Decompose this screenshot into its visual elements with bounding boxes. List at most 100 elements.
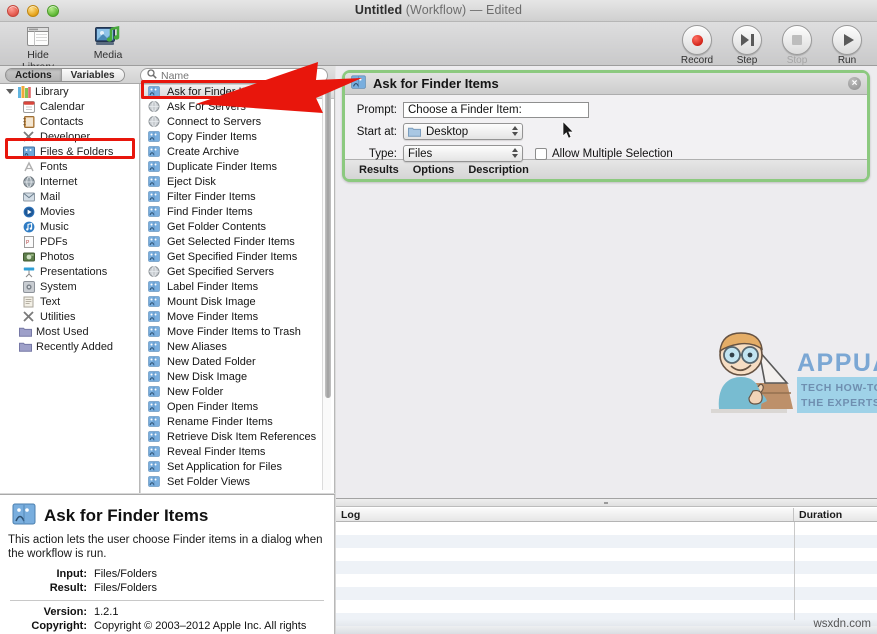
library-root[interactable]: Library xyxy=(0,84,139,99)
action-list-item[interactable]: Eject Disk xyxy=(141,174,334,189)
sidebar-item-recently-added[interactable]: Recently Added xyxy=(0,339,139,354)
search-field[interactable] xyxy=(140,68,328,83)
action-list-item[interactable]: Retrieve Disk Item References xyxy=(141,429,334,444)
sidebar-item-most-used[interactable]: Most Used xyxy=(0,324,139,339)
log-column-duration[interactable]: Duration xyxy=(794,508,877,521)
contacts-icon xyxy=(22,115,36,128)
description-input-row: Input: Files/Folders xyxy=(8,567,326,581)
action-list-item-label: Label Finder Items xyxy=(167,281,258,293)
search-input[interactable] xyxy=(161,70,321,82)
actions-list-scrollbar[interactable] xyxy=(322,86,331,490)
action-list-item[interactable]: Filter Finder Items xyxy=(141,189,334,204)
finder-action-icon xyxy=(148,446,162,458)
action-list-item[interactable]: New Folder xyxy=(141,384,334,399)
action-list-item[interactable]: Set Application for Files xyxy=(141,459,334,474)
tab-actions[interactable]: Actions xyxy=(6,69,61,81)
sidebar-item-contacts[interactable]: Contacts xyxy=(0,114,139,129)
library-window-icon xyxy=(10,24,66,48)
log-column-log[interactable]: Log xyxy=(336,508,794,521)
sidebar-item-mail[interactable]: Mail xyxy=(0,189,139,204)
log-row[interactable] xyxy=(336,600,877,613)
action-list-item-label: Get Folder Contents xyxy=(167,221,266,233)
action-list-item-label: Move Finder Items xyxy=(167,311,258,323)
log-row[interactable] xyxy=(336,574,877,587)
log-row[interactable] xyxy=(336,535,877,548)
action-list-item-label: Move Finder Items to Trash xyxy=(167,326,301,338)
sidebar-item-system[interactable]: System xyxy=(0,279,139,294)
action-list-item[interactable]: Find Finder Items xyxy=(141,204,334,219)
stop-button[interactable]: Stop xyxy=(775,25,819,66)
toolbar-right-group: Record Step Stop Run xyxy=(675,25,869,66)
sidebar-item-calendar[interactable]: Calendar xyxy=(0,99,139,114)
step-label: Step xyxy=(725,55,769,66)
action-list-item[interactable]: Get Folder Contents xyxy=(141,219,334,234)
action-list-item[interactable]: Reveal Finder Items xyxy=(141,444,334,459)
type-label: Type: xyxy=(345,148,403,160)
action-list-item[interactable]: Label Finder Items xyxy=(141,279,334,294)
log-resize-handle[interactable] xyxy=(336,499,877,507)
description-version-key: Version: xyxy=(8,605,94,619)
type-popup-button[interactable]: Files xyxy=(403,145,523,162)
action-list-item[interactable]: Get Specified Finder Items xyxy=(141,249,334,264)
library-tree[interactable]: Library Calendar Contacts Developer xyxy=(0,84,140,493)
server-action-icon xyxy=(148,116,162,128)
sidebar-item-music[interactable]: Music xyxy=(0,219,139,234)
scrollbar-thumb[interactable] xyxy=(325,88,331,398)
action-list-item[interactable]: Copy Finder Items xyxy=(141,129,334,144)
sidebar-item-utilities[interactable]: Utilities xyxy=(0,309,139,324)
internet-icon xyxy=(22,175,36,188)
tab-results[interactable]: Results xyxy=(359,164,399,176)
step-button[interactable]: Step xyxy=(725,25,769,66)
action-list-item[interactable]: New Disk Image xyxy=(141,369,334,384)
prompt-input[interactable] xyxy=(403,102,589,118)
allow-multiple-selection-checkbox[interactable]: Allow Multiple Selection xyxy=(535,148,673,160)
action-list-item[interactable]: Create Archive xyxy=(141,144,334,159)
workflow-canvas[interactable]: Ask for Finder Items × Prompt: Start at:… xyxy=(336,66,877,498)
action-list-item[interactable]: New Aliases xyxy=(141,339,334,354)
action-list-item[interactable]: Connect to Servers xyxy=(141,114,334,129)
run-button[interactable]: Run xyxy=(825,25,869,66)
sidebar-item-presentations[interactable]: Presentations xyxy=(0,264,139,279)
log-row[interactable] xyxy=(336,522,877,535)
sidebar-item-fonts[interactable]: Fonts xyxy=(0,159,139,174)
tab-variables[interactable]: Variables xyxy=(61,69,124,81)
sidebar-item-photos[interactable]: Photos xyxy=(0,249,139,264)
sidebar-item-internet[interactable]: Internet xyxy=(0,174,139,189)
finder-action-icon xyxy=(148,161,162,173)
sidebar-item-text[interactable]: Text xyxy=(0,294,139,309)
action-list-item[interactable]: Duplicate Finder Items xyxy=(141,159,334,174)
sidebar-item-developer[interactable]: Developer xyxy=(0,129,139,144)
log-row[interactable] xyxy=(336,548,877,561)
close-icon[interactable]: × xyxy=(848,77,861,90)
tab-options[interactable]: Options xyxy=(413,164,455,176)
action-list-item[interactable]: Rename Finder Items xyxy=(141,414,334,429)
action-list-item[interactable]: New Dated Folder xyxy=(141,354,334,369)
action-list-item[interactable]: Mount Disk Image xyxy=(141,294,334,309)
action-card-ask-for-finder-items[interactable]: Ask for Finder Items × Prompt: Start at:… xyxy=(342,70,870,182)
record-button[interactable]: Record xyxy=(675,25,719,66)
action-list-item[interactable]: Ask For Servers xyxy=(141,99,334,114)
start-at-popup-button[interactable]: Desktop xyxy=(403,123,523,140)
action-list-item[interactable]: Move Finder Items to Trash xyxy=(141,324,334,339)
library-root-label: Library xyxy=(35,86,69,98)
sidebar-item-files-folders[interactable]: Files & Folders xyxy=(0,144,139,159)
action-list-item[interactable]: Get Specified Servers xyxy=(141,264,334,279)
log-row[interactable] xyxy=(336,587,877,600)
sidebar-item-pdfs[interactable]: P PDFs xyxy=(0,234,139,249)
log-rows[interactable] xyxy=(336,522,877,634)
action-list-item[interactable]: Set Folder Views xyxy=(141,474,334,489)
sidebar-item-movies[interactable]: Movies xyxy=(0,204,139,219)
action-list-item[interactable]: Get Selected Finder Items xyxy=(141,234,334,249)
actions-list[interactable]: Ask for Finder ItemsAsk For ServersConne… xyxy=(141,84,335,493)
log-row[interactable] xyxy=(336,561,877,574)
disclosure-triangle-icon[interactable] xyxy=(6,89,14,94)
prompt-row: Prompt: xyxy=(345,102,867,118)
checkbox-box[interactable] xyxy=(535,148,547,160)
server-action-icon xyxy=(148,101,162,113)
action-list-item[interactable]: Ask for Finder Items xyxy=(141,84,334,99)
tab-description[interactable]: Description xyxy=(468,164,529,176)
action-list-item[interactable]: Move Finder Items xyxy=(141,309,334,324)
fonts-icon xyxy=(22,160,36,173)
action-list-item[interactable]: Open Finder Items xyxy=(141,399,334,414)
actions-variables-segmented-control[interactable]: Actions Variables xyxy=(5,68,125,82)
